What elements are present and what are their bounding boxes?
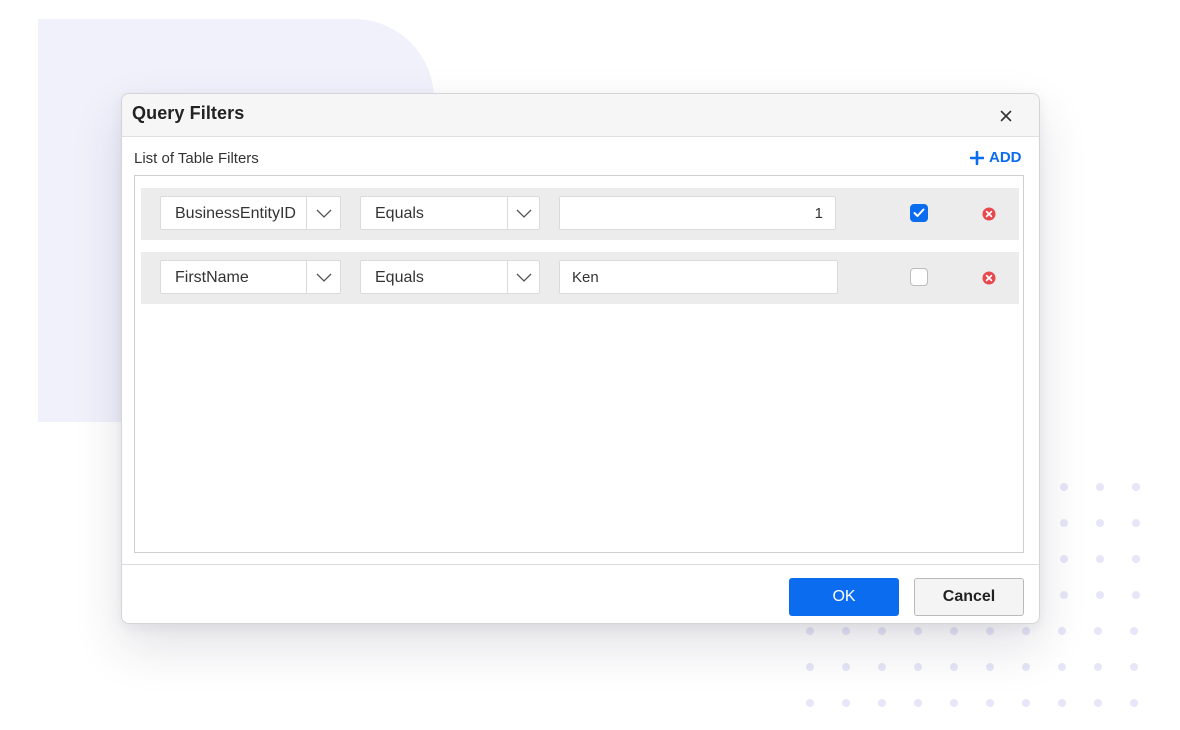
filter-list-panel: BusinessEntityID Equals 1 FirstName Equa… [134,175,1024,553]
table-filters-label: List of Table Filters [134,150,259,167]
add-filter-button[interactable]: ADD [970,149,1022,166]
filter-value-input[interactable] [559,260,838,294]
operator-dropdown[interactable]: Equals [360,196,540,230]
plus-icon [970,150,984,165]
dialog-title: Query Filters [132,103,245,123]
dropdown-divider [306,197,307,229]
filter-row: FirstName Equals [141,252,1019,304]
close-button[interactable] [992,102,1020,130]
filter-enabled-checkbox[interactable] [910,268,928,286]
operator-dropdown-value: Equals [375,205,424,222]
chevron-down-icon[interactable] [515,206,533,220]
filter-row: BusinessEntityID Equals [141,188,1019,240]
dropdown-divider [507,261,508,293]
remove-filter-icon[interactable] [982,207,996,221]
dropdown-divider [306,261,307,293]
dropdown-divider [507,197,508,229]
filter-value-input[interactable] [559,196,836,230]
field-dropdown[interactable]: BusinessEntityID [160,196,341,230]
dialog-header: Query Filters [122,94,1039,137]
field-dropdown-value: BusinessEntityID [175,205,296,222]
operator-dropdown[interactable]: Equals [360,260,540,294]
query-filters-dialog: Query Filters List of Table Filters ADD … [121,93,1040,624]
chevron-down-icon[interactable] [315,270,333,284]
remove-filter-icon[interactable] [982,271,996,285]
ok-button[interactable]: OK [789,578,899,616]
field-dropdown-value: FirstName [175,269,249,286]
add-label: ADD [989,149,1022,166]
check-icon [913,208,925,217]
filter-enabled-checkbox[interactable] [910,204,928,222]
chevron-down-icon[interactable] [315,206,333,220]
field-dropdown[interactable]: FirstName [160,260,341,294]
operator-dropdown-value: Equals [375,269,424,286]
cancel-button[interactable]: Cancel [914,578,1024,616]
dialog-footer: OK Cancel [122,564,1039,623]
close-icon [1000,110,1012,122]
chevron-down-icon[interactable] [515,270,533,284]
